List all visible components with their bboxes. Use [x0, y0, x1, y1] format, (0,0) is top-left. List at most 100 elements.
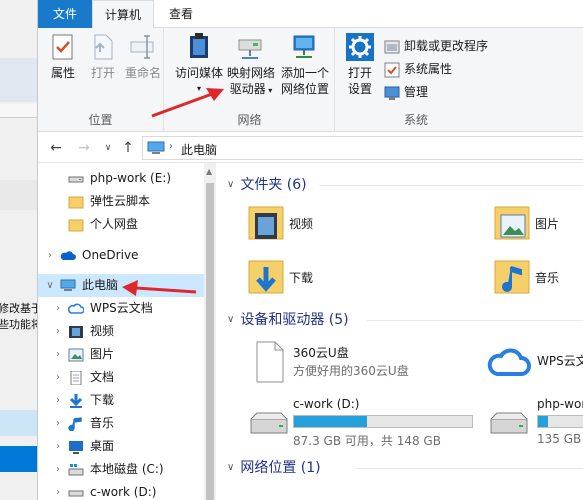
media-icon [184, 32, 214, 62]
nav-item-downloads[interactable]: › 下载 [38, 389, 204, 412]
open-settings-button[interactable]: 打开 设置 [342, 32, 378, 97]
tab-computer[interactable]: 计算机 [92, 0, 154, 29]
device-tile-360-cloud-usb[interactable]: 360云U盘 方便好用的360云U盘 [247, 340, 447, 384]
open-label: 打开 [90, 66, 115, 80]
folders-header-label: 文件夹 (6) [240, 177, 307, 193]
background-window: 修改基于 些功能将 [0, 0, 38, 500]
device-sub-label: 87.3 GB 可用，共 148 GB [293, 434, 441, 448]
nav-item-php-work[interactable]: php-work (E:) [38, 167, 204, 190]
back-icon[interactable]: ← [48, 140, 64, 156]
chevron-right-icon[interactable]: › [52, 297, 64, 320]
download-folder-icon [247, 255, 287, 299]
nav-item-personal-netdisk[interactable]: 个人网盘 [38, 213, 204, 236]
tab-view[interactable]: 查看 [156, 0, 206, 28]
tab-file[interactable]: 文件 [38, 0, 92, 28]
hard-drive-icon [247, 409, 288, 453]
chevron-right-icon[interactable]: › [52, 412, 64, 435]
nav-item-music[interactable]: › 音乐 [38, 412, 204, 435]
network-section-header[interactable]: ∨ 网络位置 (1) [227, 457, 321, 479]
address-box[interactable]: › 此电脑 [142, 136, 583, 160]
nav-item-wps-cloud-docs[interactable]: › WPS云文档 [38, 297, 204, 320]
rename-button[interactable]: 重命名 [124, 32, 162, 81]
device-tile-c-work-d[interactable]: c-work (D:) 87.3 GB 可用，共 148 GB [247, 397, 479, 449]
scrollbar-thumb[interactable] [206, 183, 214, 500]
nav-item-pictures[interactable]: › 图片 [38, 343, 204, 366]
manage-button[interactable]: 管理 [384, 82, 428, 102]
ribbon-tab-bar: 文件 计算机 查看 [38, 0, 583, 29]
manage-label: 管理 [404, 85, 429, 99]
folder-tile-downloads[interactable]: 下载 [247, 255, 367, 303]
nav-item-desktop[interactable]: › 桌面 [38, 435, 204, 458]
folders-section-header[interactable]: ∨ 文件夹 (6) [227, 174, 307, 196]
nav-item-c-work-d[interactable]: › c-work (D:) [38, 481, 204, 500]
rename-icon [128, 32, 158, 62]
programs-icon [384, 39, 400, 55]
nav-label: 本地磁盘 (C:) [90, 462, 164, 476]
chevron-right-icon[interactable]: › [52, 435, 64, 458]
chevron-right-icon[interactable]: › [52, 481, 64, 500]
chevron-right-icon[interactable]: › [52, 320, 64, 343]
background-band [0, 58, 37, 102]
nav-label: php-work (E:) [90, 171, 172, 185]
nav-label: 视频 [90, 324, 115, 338]
chevron-right-icon[interactable]: › [52, 458, 64, 481]
folder-tile-videos[interactable]: 视频 [247, 201, 367, 249]
chevron-down-icon[interactable]: ∨ [227, 309, 234, 331]
scroll-up-icon[interactable]: ▲ [206, 167, 214, 176]
uninstall-programs-button[interactable]: 卸载或更改程序 [384, 36, 488, 56]
chevron-right-icon[interactable]: › [52, 389, 64, 412]
device-label: 360云U盘 [293, 346, 349, 360]
properties-icon [48, 32, 78, 62]
chevron-right-icon[interactable]: › [52, 366, 64, 389]
drive-usage-bar [293, 415, 473, 428]
folder-tile-pictures[interactable]: 图片 [493, 201, 583, 249]
device-tile-php-work[interactable]: php-wor 135 GB [487, 397, 583, 449]
recent-locations-chevron-icon[interactable]: ∨ [100, 140, 116, 156]
chevron-right-icon[interactable]: › [52, 343, 64, 366]
section-divider [319, 185, 583, 186]
nav-scrollbar[interactable]: ▲ [204, 163, 216, 500]
folder-icon [68, 194, 84, 209]
chevron-right-icon[interactable]: › [44, 244, 56, 267]
music-icon [68, 416, 84, 432]
add-location-label-line2: 网络位置 [280, 82, 329, 96]
computer-management-icon [384, 85, 400, 101]
nav-item-onedrive[interactable]: › OneDrive [38, 244, 204, 267]
red-arrow-map-drive [151, 88, 224, 118]
breadcrumb-chevron-icon[interactable]: › [169, 141, 173, 152]
nav-item-local-disk-c[interactable]: › 本地磁盘 (C:) [38, 458, 204, 481]
cloud-icon [487, 340, 531, 384]
properties-label: 属性 [50, 66, 75, 80]
chevron-down-icon[interactable]: ∨ [227, 457, 234, 479]
forward-icon[interactable]: → [76, 140, 92, 156]
breadcrumb-location[interactable]: 此电脑 [181, 141, 217, 158]
drive-usage-fill [538, 416, 548, 427]
nav-item-elastic-cloud-script[interactable]: 弹性云脚本 [38, 190, 204, 213]
video-folder-icon [247, 201, 287, 245]
nav-label: c-work (D:) [90, 485, 157, 499]
map-network-drive-button[interactable]: 映射网络 驱动器 ▾ [225, 32, 277, 99]
chevron-down-icon[interactable]: ∨ [44, 274, 56, 297]
open-settings-label-line1: 打开 [347, 66, 372, 80]
system-properties-label: 系统属性 [404, 62, 453, 76]
tile-label: 图片 [535, 217, 560, 231]
nav-item-documents[interactable]: › 文档 [38, 366, 204, 389]
background-band [0, 104, 37, 118]
nav-label: 弹性云脚本 [90, 194, 151, 208]
chevron-down-icon[interactable]: ∨ [227, 174, 234, 196]
open-button[interactable]: 打开 [86, 32, 120, 81]
devices-section-header[interactable]: ∨ 设备和驱动器 (5) [227, 309, 349, 331]
device-label: php-wor [537, 397, 583, 411]
up-icon[interactable]: ↑ [120, 140, 136, 156]
this-pc-icon [60, 278, 76, 292]
video-icon [68, 324, 84, 338]
add-network-location-button[interactable]: 添加一个 网络位置 [279, 32, 331, 97]
system-properties-button[interactable]: 系统属性 [384, 59, 452, 79]
properties-button[interactable]: 属性 [46, 32, 80, 81]
gear-icon [345, 32, 375, 62]
folder-tile-music[interactable]: 音乐 [493, 255, 583, 303]
nav-item-videos[interactable]: › 视频 [38, 320, 204, 343]
nav-label: WPS云文档 [90, 301, 153, 315]
download-icon [68, 393, 84, 408]
device-tile-wps-cloud[interactable]: WPS云文 [487, 340, 583, 384]
